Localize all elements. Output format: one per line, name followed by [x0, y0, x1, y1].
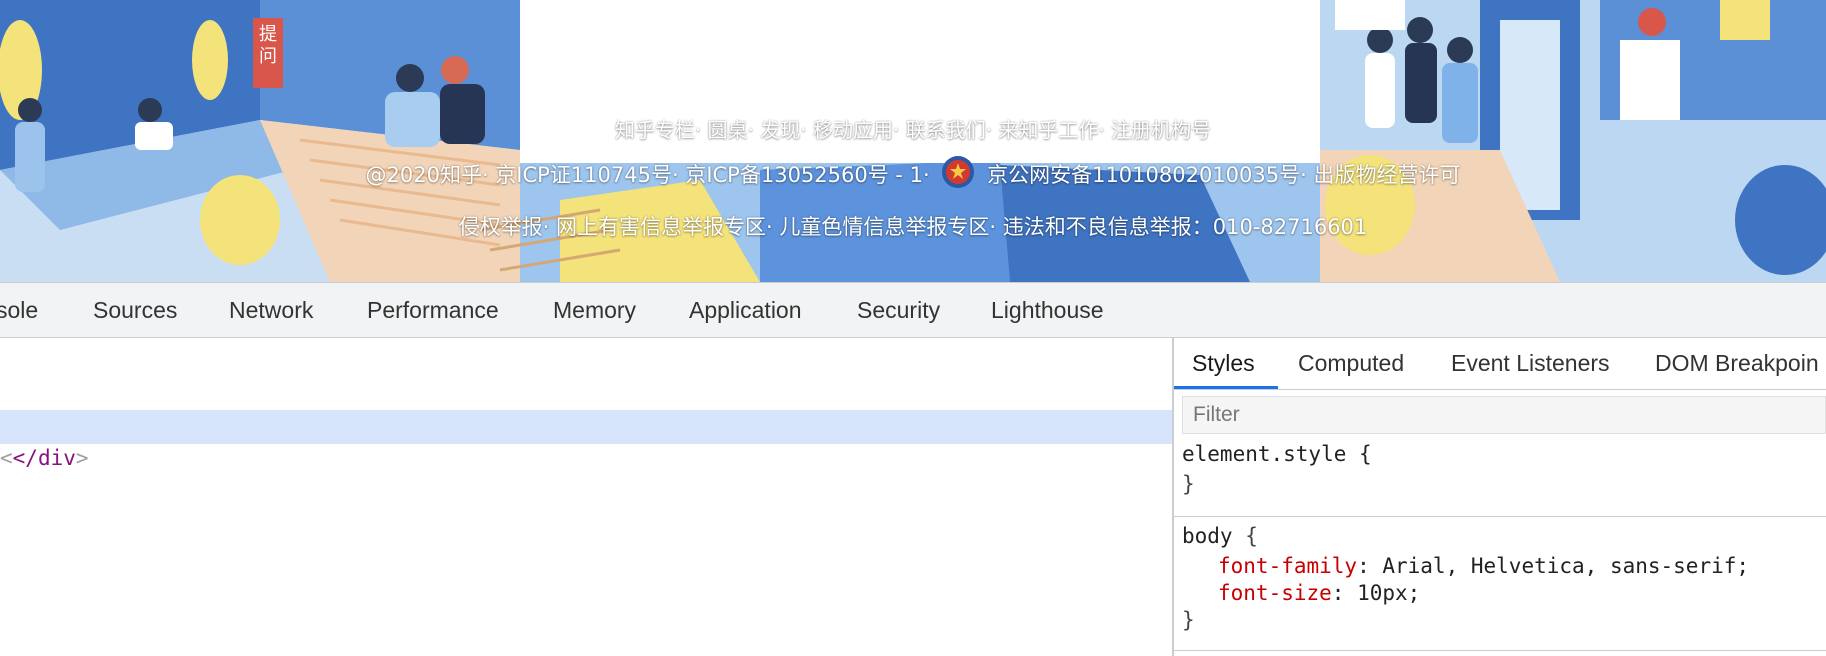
property-value: : 10px;	[1331, 581, 1421, 605]
rule-close-brace: }	[1182, 472, 1195, 496]
footer-report-links[interactable]: 侵权举报· 网上有害信息举报专区· 儿童色情信息举报专区· 违法和不良信息举报：…	[0, 211, 1826, 241]
rule-divider	[1174, 650, 1826, 651]
sign-text: 提	[259, 24, 277, 45]
rule-selector: body	[1182, 524, 1233, 548]
styles-filter-input[interactable]	[1183, 397, 1825, 433]
property-name: font-size	[1218, 581, 1332, 605]
rule-selector: element.style {	[1182, 442, 1372, 466]
page-footer-area: 提 问 知乎专栏· 圆桌· 发现· 移动应用· 联系我们· 来知乎工作· 注册机…	[0, 0, 1826, 282]
tab-console[interactable]: sole	[0, 283, 38, 337]
rule-selector-line: body {	[1182, 524, 1258, 548]
declaration-font-family[interactable]: font-family: Arial, Helvetica, sans-seri…	[1218, 554, 1749, 578]
elements-dom-tree: <</div>	[0, 338, 1172, 656]
tab-security[interactable]: Security	[857, 283, 940, 337]
property-name: font-family	[1218, 554, 1358, 578]
devtools-tabbar: sole Sources Network Performance Memory …	[0, 282, 1826, 338]
tab-dom-breakpoints[interactable]: DOM Breakpoin	[1655, 338, 1819, 390]
styles-subtabs: Styles Computed Event Listeners DOM Brea…	[1174, 338, 1826, 390]
tab-performance[interactable]: Performance	[367, 283, 499, 337]
svg-text:问: 问	[259, 46, 277, 67]
styles-filter	[1182, 396, 1826, 434]
police-badge-icon	[940, 154, 976, 190]
rule-divider	[1174, 516, 1826, 517]
tab-application[interactable]: Application	[689, 283, 802, 337]
body-style-rule[interactable]: body { font-family: Arial, Helvetica, sa…	[1174, 524, 1826, 644]
copyright-icp-text[interactable]: @2020知乎· 京ICP证110745号· 京ICP备13052560号 - …	[366, 163, 930, 187]
styles-sidebar: Styles Computed Event Listeners DOM Brea…	[1174, 338, 1826, 656]
footer-license-line: @2020知乎· 京ICP证110745号· 京ICP备13052560号 - …	[0, 156, 1826, 194]
selected-dom-row[interactable]	[0, 410, 1172, 444]
dom-node-closing-tag[interactable]: <</div>	[0, 446, 89, 470]
declaration-font-size[interactable]: font-size: 10px;	[1218, 581, 1420, 605]
tab-network[interactable]: Network	[229, 283, 313, 337]
footer-links[interactable]: 知乎专栏· 圆桌· 发现· 移动应用· 联系我们· 来知乎工作· 注册机构号	[0, 114, 1826, 143]
tab-memory[interactable]: Memory	[553, 283, 636, 337]
rule-close-brace: }	[1182, 608, 1195, 632]
active-tab-indicator	[1174, 386, 1278, 389]
tab-lighthouse[interactable]: Lighthouse	[991, 283, 1104, 337]
tab-sources[interactable]: Sources	[93, 283, 177, 337]
tab-computed[interactable]: Computed	[1298, 338, 1404, 390]
element-style-rule[interactable]: element.style { }	[1174, 442, 1826, 504]
tab-event-listeners[interactable]: Event Listeners	[1451, 338, 1610, 390]
tab-styles[interactable]: Styles	[1192, 338, 1255, 390]
public-security-text[interactable]: 京公网安备11010802010035号· 出版物经营许可	[987, 163, 1460, 187]
property-value: : Arial, Helvetica, sans-serif;	[1357, 554, 1750, 578]
